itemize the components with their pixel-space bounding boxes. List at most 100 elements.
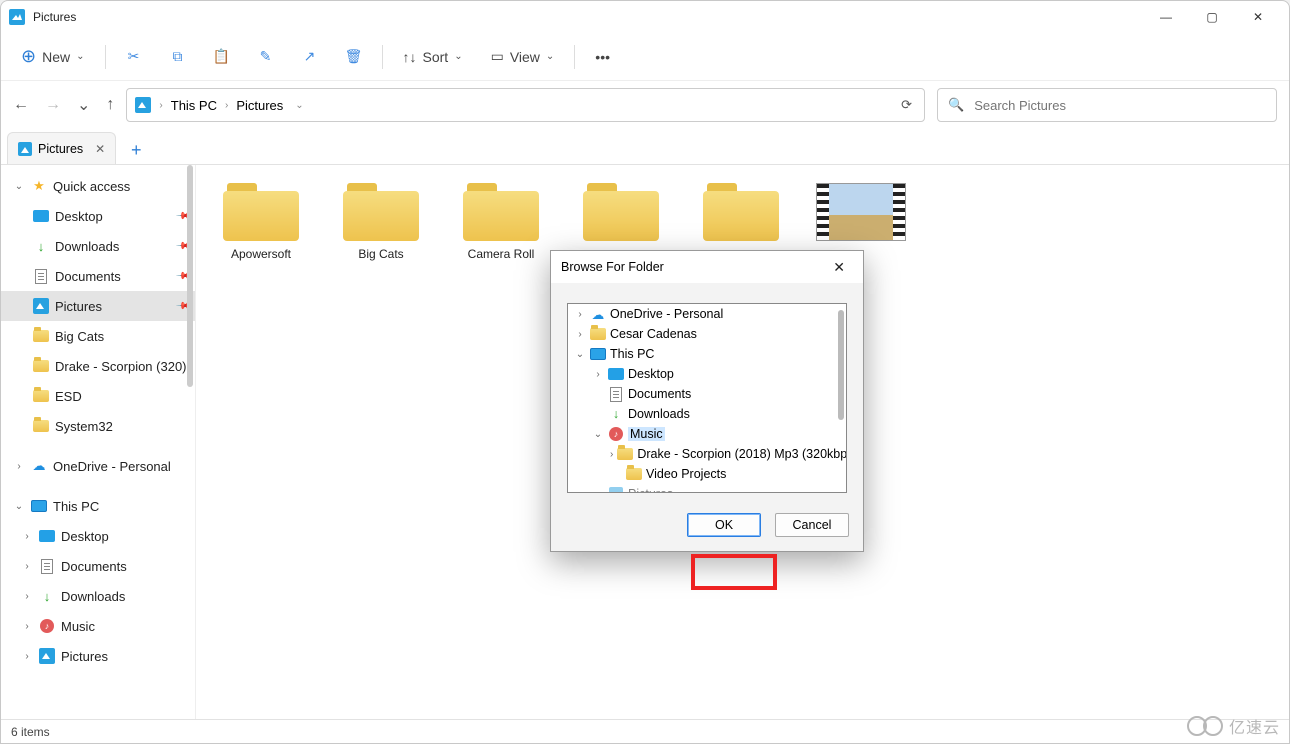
pictures-icon	[33, 298, 49, 314]
sidebar-esd[interactable]: ESD	[1, 381, 195, 411]
view-icon: ▭	[491, 48, 504, 65]
cut-button[interactable]: ✂	[114, 39, 154, 75]
label: This PC	[53, 499, 99, 514]
sidebar-big-cats[interactable]: Big Cats	[1, 321, 195, 351]
close-tab-button[interactable]: ✕	[95, 142, 105, 156]
pictures-icon	[39, 648, 55, 664]
sidebar-this-pc[interactable]: ⌄This PC	[1, 491, 195, 521]
tab-label: Pictures	[38, 142, 83, 156]
label: Music	[61, 619, 95, 634]
close-button[interactable]: ✕	[1235, 1, 1281, 33]
separator	[105, 45, 106, 69]
label: Downloads	[61, 589, 125, 604]
copy-button[interactable]: ⧉	[158, 39, 198, 75]
tree-video-projects[interactable]: Video Projects	[568, 464, 846, 484]
document-icon	[41, 559, 53, 574]
address-bar[interactable]: › This PC › Pictures ⌄ ⟳	[126, 88, 925, 122]
desktop-icon	[33, 210, 49, 222]
new-button[interactable]: ⊕ New ⌄	[9, 39, 97, 75]
sidebar-pc-pictures[interactable]: ›Pictures	[1, 641, 195, 671]
search-input[interactable]	[974, 98, 1266, 113]
view-button[interactable]: ▭ View ⌄	[479, 39, 567, 75]
sidebar-pc-music[interactable]: ›♪Music	[1, 611, 195, 641]
cancel-button[interactable]: Cancel	[775, 513, 849, 537]
tree-music[interactable]: ⌄♪Music	[568, 424, 846, 444]
tree-user[interactable]: ›Cesar Cadenas	[568, 324, 846, 344]
dialog-close-button[interactable]: ✕	[825, 255, 853, 280]
folder-icon	[583, 183, 659, 241]
folder-item[interactable]: Apowersoft	[216, 183, 306, 261]
rename-button[interactable]: ✎	[246, 39, 286, 75]
sidebar-documents[interactable]: Documents📌	[1, 261, 195, 291]
document-icon	[610, 387, 622, 402]
scissors-icon: ✂	[128, 48, 140, 65]
sidebar-quick-access[interactable]: ⌄★Quick access	[1, 171, 195, 201]
sort-label: Sort	[423, 49, 449, 65]
paste-button[interactable]: 📋	[202, 39, 242, 75]
tree-pictures[interactable]: ›Pictures	[568, 484, 846, 493]
back-button[interactable]: ←	[13, 96, 29, 114]
more-button[interactable]: •••	[583, 39, 622, 75]
folder-item[interactable]: Big Cats	[336, 183, 426, 261]
pin-icon: 📌	[174, 238, 191, 255]
navbar: ← → ⌄ ↑ › This PC › Pictures ⌄ ⟳ 🔍	[1, 81, 1289, 129]
tree-this-pc[interactable]: ⌄This PC	[568, 344, 846, 364]
label: Downloads	[55, 239, 119, 254]
address-dropdown[interactable]: ⌄	[291, 100, 307, 111]
sidebar-onedrive[interactable]: ›☁OneDrive - Personal	[1, 451, 195, 481]
minimize-button[interactable]: —	[1143, 1, 1189, 33]
folder-icon	[223, 183, 299, 241]
crumb-root[interactable]: This PC	[171, 98, 217, 113]
label: ESD	[55, 389, 82, 404]
watermark: 亿速云	[1187, 714, 1280, 738]
sidebar-downloads[interactable]: ↓Downloads📌	[1, 231, 195, 261]
label: Big Cats	[55, 329, 104, 344]
sort-button[interactable]: ↑↓ Sort ⌄	[391, 39, 475, 75]
separator	[382, 45, 383, 69]
label: Documents	[628, 387, 691, 401]
titlebar: Pictures — ▢ ✕	[1, 1, 1289, 33]
pin-icon: 📌	[174, 208, 191, 225]
tabbar: Pictures ✕ +	[1, 129, 1289, 165]
up-button[interactable]: ↑	[106, 96, 114, 114]
delete-button[interactable]: 🗑	[334, 39, 374, 75]
sidebar-pc-downloads[interactable]: ›↓Downloads	[1, 581, 195, 611]
tab-pictures[interactable]: Pictures ✕	[7, 132, 116, 164]
search-box[interactable]: 🔍	[937, 88, 1277, 122]
music-icon: ♪	[609, 427, 623, 441]
add-tab-button[interactable]: +	[122, 136, 150, 164]
sidebar-drake[interactable]: Drake - Scorpion (320)	[1, 351, 195, 381]
share-button[interactable]: ↗	[290, 39, 330, 75]
tree-desktop[interactable]: ›Desktop	[568, 364, 846, 384]
tree-documents[interactable]: Documents	[568, 384, 846, 404]
paste-icon: 📋	[213, 48, 230, 65]
document-icon	[35, 269, 47, 284]
view-label: View	[510, 49, 540, 65]
folder-icon	[626, 468, 642, 480]
tree-drake[interactable]: ›Drake - Scorpion (2018) Mp3 (320kbps)	[568, 444, 846, 464]
folder-tree[interactable]: ›☁OneDrive - Personal ›Cesar Cadenas ⌄Th…	[567, 303, 847, 493]
sidebar-system32[interactable]: System32	[1, 411, 195, 441]
folder-item[interactable]: Camera Roll	[456, 183, 546, 261]
refresh-button[interactable]: ⟳	[897, 97, 916, 113]
label: OneDrive - Personal	[53, 459, 171, 474]
label: OneDrive - Personal	[610, 307, 723, 321]
label: Video Projects	[646, 467, 726, 481]
sidebar-pc-documents[interactable]: ›Documents	[1, 551, 195, 581]
app-icon	[9, 9, 25, 25]
label: Drake - Scorpion (2018) Mp3 (320kbps)	[637, 447, 847, 461]
trash-icon: 🗑	[345, 48, 363, 65]
tree-onedrive[interactable]: ›☁OneDrive - Personal	[568, 304, 846, 324]
ok-button[interactable]: OK	[687, 513, 761, 537]
sidebar-pictures[interactable]: Pictures📌	[1, 291, 195, 321]
label: Desktop	[628, 367, 674, 381]
sidebar: ⌄★Quick access Desktop📌 ↓Downloads📌 Docu…	[1, 165, 196, 719]
recent-dropdown[interactable]: ⌄	[77, 95, 90, 115]
crumb-current[interactable]: Pictures	[236, 98, 283, 113]
tree-downloads[interactable]: ↓Downloads	[568, 404, 846, 424]
sidebar-pc-desktop[interactable]: ›Desktop	[1, 521, 195, 551]
maximize-button[interactable]: ▢	[1189, 1, 1235, 33]
folder-icon	[590, 328, 606, 340]
sidebar-desktop[interactable]: Desktop📌	[1, 201, 195, 231]
forward-button[interactable]: →	[45, 96, 61, 114]
